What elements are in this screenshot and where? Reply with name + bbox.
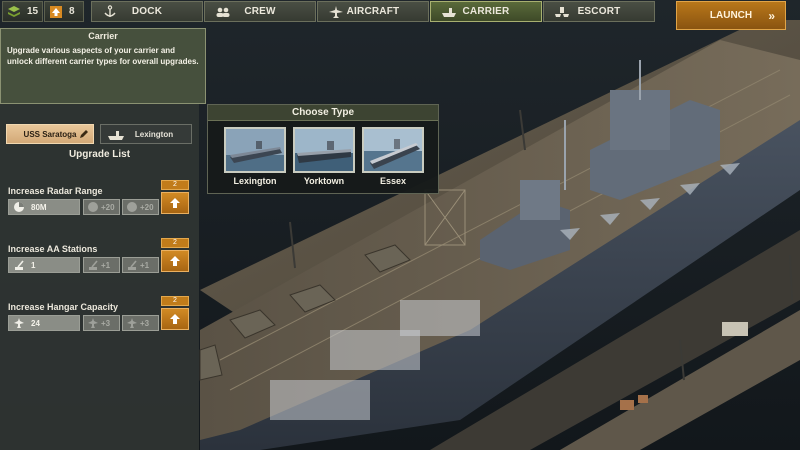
plane-icon [329,6,343,18]
upgrade-next-text: +20 [140,202,154,212]
ship-image-essex [362,127,424,173]
anchor-icon [104,5,116,17]
upgrade-current-text: 80M [31,202,47,212]
upgrade-current-value: 24 [8,315,80,331]
upgrade-aa-button[interactable] [161,250,189,272]
tab-crew[interactable]: CREW [204,1,316,22]
carrier-select-lexington[interactable]: Lexington [100,124,192,144]
upgrade-points-value: 8 [69,6,75,17]
upgrade-arrow-icon [170,256,180,266]
supplies-counter: 15 [2,1,43,22]
tab-escort-label: ESCORT [577,6,621,17]
ship-image-lexington [224,127,286,173]
launch-button[interactable]: LAUNCH » [676,1,786,30]
upgrade-arrow-icon [170,314,180,324]
upgrade-hangar-button[interactable] [161,308,189,330]
type-label: Essex [379,176,407,186]
upgrade-list-title: Upgrade List [68,149,131,160]
type-label: Lexington [233,176,277,186]
tab-crew-label: CREW [244,6,276,17]
upgrade-next-step-1: +20 [83,199,120,215]
upgrade-next-text: +3 [101,318,111,328]
upgrade-next-text: +1 [101,260,111,270]
upgrade-next-step-2: +1 [122,257,159,273]
upgrade-arrow-icon [50,5,62,18]
crew-icon [216,7,230,17]
upgrade-next-step-1: +3 [83,315,120,331]
double-chevron-right-icon: » [768,9,775,23]
upgrade-current-value: 80M [8,199,80,215]
carrier-lexington-label: Lexington [134,129,174,139]
upgrade-aa-stations: Increase AA Stations 1 +1 +1 2 [6,238,194,284]
type-card-yorktown[interactable]: Yorktown [293,127,355,191]
radar-icon [127,202,137,212]
carrier-info-panel: Carrier Upgrade various aspects of your … [0,28,206,104]
tab-dock-label: DOCK [131,6,163,17]
upgrade-next-step-2: +20 [122,199,159,215]
upgrade-name: Increase Hangar Capacity [8,302,119,312]
top-bar: 15 8 DOCK CREW AIRCRAFT CARRIER ESCORT L… [0,0,800,30]
upgrade-arrow-icon [170,198,180,208]
carrier-select-saratoga[interactable]: USS Saratoga [6,124,94,144]
carrier-ship-image [226,129,284,171]
aa-gun-icon [89,260,98,270]
aa-gun-icon [15,260,24,270]
plane-icon [14,318,24,328]
aa-gun-icon [128,260,137,270]
tab-aircraft-label: AIRCRAFT [346,6,400,17]
tab-escort[interactable]: ESCORT [543,1,655,22]
choose-type-popup: Choose Type Lexington Yorktown Essex [207,104,439,194]
upgrade-name: Increase Radar Range [8,186,103,196]
upgrade-hangar-capacity: Increase Hangar Capacity 24 +3 +3 2 [6,296,194,342]
escort-icon [555,7,569,17]
radar-icon [88,202,98,212]
upgrade-radar-button[interactable] [161,192,189,214]
type-card-lexington[interactable]: Lexington [224,127,286,191]
upgrade-next-text: +1 [140,260,150,270]
upgrade-next-text: +3 [140,318,150,328]
plane-icon [127,318,137,328]
supplies-value: 15 [27,6,39,17]
plane-icon [88,318,98,328]
tab-aircraft[interactable]: AIRCRAFT [317,1,429,22]
upgrade-points-counter: 8 [44,1,84,22]
upgrade-current-text: 24 [31,318,40,328]
radar-icon [14,202,24,212]
info-title: Carrier [88,31,118,41]
carrier-ship-image [364,129,422,171]
tab-dock[interactable]: DOCK [91,1,203,22]
upgrade-current-value: 1 [8,257,80,273]
carrier-ship-image [295,129,353,171]
type-card-essex[interactable]: Essex [362,127,424,191]
info-description: Upgrade various aspects of your carrier … [7,46,199,66]
tab-carrier[interactable]: CARRIER [430,1,542,22]
pencil-icon[interactable] [78,129,89,140]
upgrade-name: Increase AA Stations [8,244,98,254]
tab-carrier-label: CARRIER [462,6,510,17]
carrier-saratoga-label: USS Saratoga [23,129,77,139]
upgrade-side-panel: USS Saratoga Lexington Upgrade List Incr… [0,104,199,450]
upgrade-cost-badge: 2 [161,238,189,248]
carrier-icon [108,131,124,140]
ship-image-yorktown [293,127,355,173]
layers-icon [8,5,20,17]
upgrade-next-step-1: +1 [83,257,120,273]
choose-type-title: Choose Type [208,105,438,121]
upgrade-cost-badge: 2 [161,296,189,306]
carrier-icon [442,8,456,17]
upgrade-radar-range: Increase Radar Range 80M +20 +20 2 [6,180,194,226]
upgrade-next-step-2: +3 [122,315,159,331]
type-label: Yorktown [303,176,345,186]
upgrade-cost-badge: 2 [161,180,189,190]
upgrade-next-text: +20 [101,202,115,212]
upgrade-current-text: 1 [31,260,36,270]
launch-label: LAUNCH [709,10,753,21]
